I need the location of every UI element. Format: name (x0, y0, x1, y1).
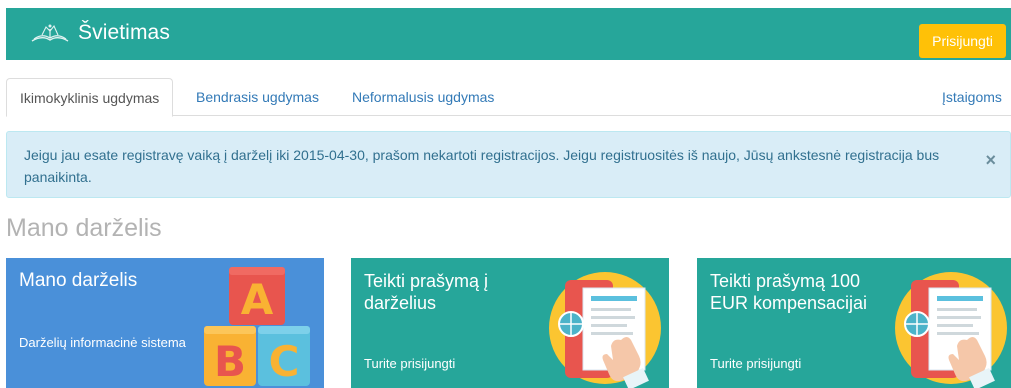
top-navbar: Švietimas Prisijungti (6, 8, 1011, 60)
info-alert: Jeigu jau esate registravę vaiką į darže… (6, 131, 1011, 198)
card-subtitle: Turite prisijungti (364, 356, 456, 371)
card-title: Mano darželis (19, 270, 138, 291)
abc-blocks-icon: A B C (204, 267, 310, 386)
card-prasymas-darzeliai[interactable]: Teikti prašymą į darželius Turite prisij… (351, 258, 669, 388)
touch-form-icon (895, 272, 1007, 388)
tab-bendrasis[interactable]: Bendrasis ugdymas (196, 78, 319, 116)
login-button[interactable]: Prisijungti (919, 24, 1006, 58)
alert-text: Jeigu jau esate registravę vaiką į darže… (24, 147, 940, 185)
card-mano-darzelis[interactable]: Mano darželis Darželių informacinė siste… (6, 258, 324, 388)
tab-neformalusis[interactable]: Neformalusis ugdymas (352, 78, 494, 116)
svg-text:B: B (214, 337, 246, 386)
tab-ikimokyklinis[interactable]: Ikimokyklinis ugdymas (6, 78, 174, 117)
card-subtitle: Darželių informacinė sistema (19, 335, 186, 350)
svg-text:C: C (269, 337, 300, 386)
brand[interactable]: Švietimas (28, 18, 170, 48)
section-title: Mano darželis (6, 214, 162, 242)
category-tabs: Ikimokyklinis ugdymas Bendrasis ugdymas … (6, 78, 1011, 117)
svg-text:A: A (241, 275, 274, 324)
book-logo-icon (31, 24, 69, 42)
link-istaigoms[interactable]: Įstaigoms (942, 78, 1002, 116)
card-title: Teikti prašymą 100 EUR kompensacijai (710, 271, 868, 313)
touch-form-icon (549, 272, 661, 388)
close-icon[interactable]: × (985, 149, 996, 171)
card-subtitle: Turite prisijungti (710, 356, 802, 371)
card-title: Teikti prašymą į darželius (364, 271, 489, 313)
card-prasymas-kompensacija[interactable]: Teikti prašymą 100 EUR kompensacijai Tur… (697, 258, 1011, 388)
site-title: Švietimas (78, 21, 170, 44)
